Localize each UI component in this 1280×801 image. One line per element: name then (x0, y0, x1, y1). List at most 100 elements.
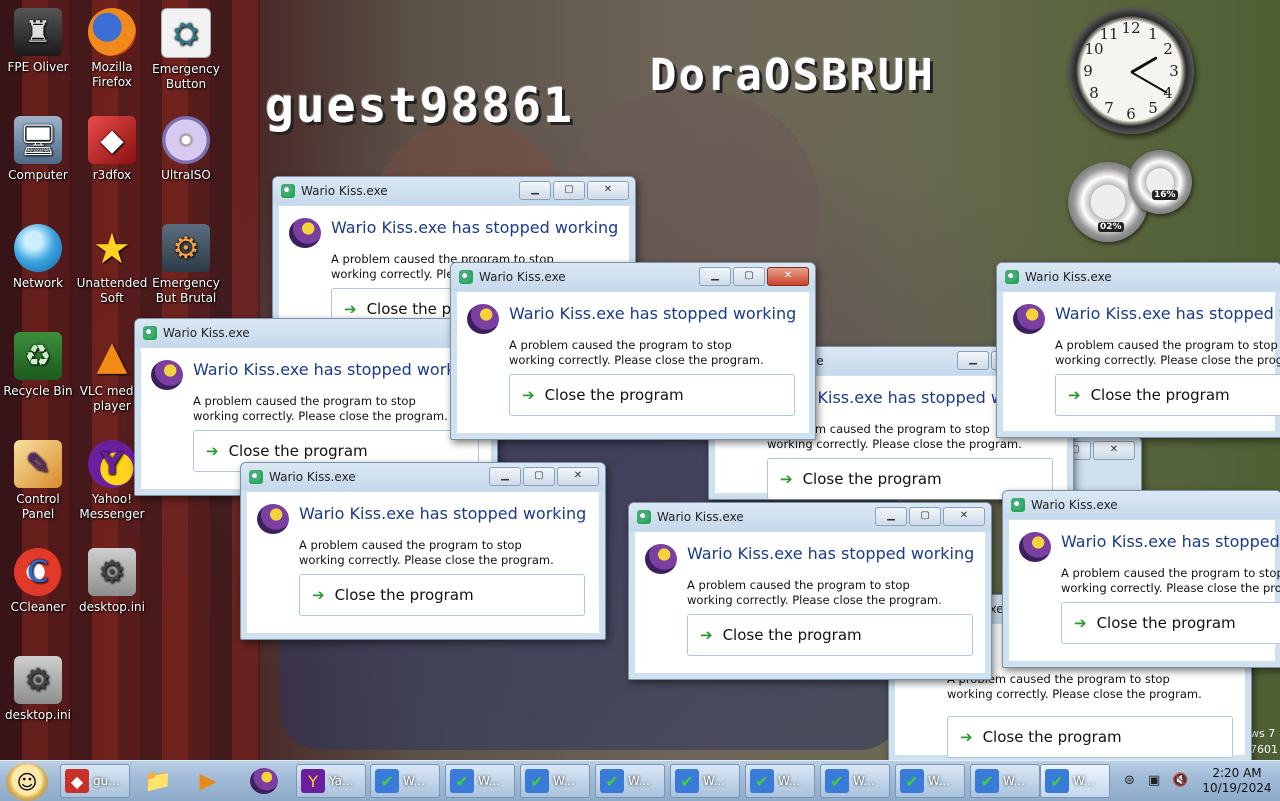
error-dialog[interactable]: Wario Kiss.exe ▁ ▢ ✕ Wario Kiss.exe has … (240, 462, 606, 640)
minimize-button[interactable]: ▁ (875, 507, 907, 526)
explorer-folder-icon[interactable]: 📁 (142, 765, 174, 797)
desktop-icon-recycle-bin[interactable]: ♻ Recycle Bin (0, 332, 76, 399)
clock-gadget[interactable]: 12 1 2 3 4 5 6 7 8 9 10 11 (1068, 8, 1194, 134)
warning-app-icon (281, 184, 295, 198)
dialog-heading: Wario Kiss.exe has stopped working (1061, 532, 1280, 551)
fpe-oliver-icon: ♜ (14, 8, 62, 56)
desktop-icon-ultraiso[interactable]: UltraISO (148, 116, 224, 183)
ini-file-icon: ⚙ (14, 656, 62, 704)
desktop-icon-unattended-soft[interactable]: ★ Unattended Soft (74, 224, 150, 306)
desktop-icon-emergency-button[interactable]: ⛭ Emergency Button (148, 8, 224, 92)
dialog-heading: Wario Kiss.exe has stopped working (1055, 304, 1280, 323)
maximize-button[interactable]: ▢ (733, 267, 765, 286)
dialog-titlebar[interactable]: Wario Kiss.exe (135, 319, 497, 347)
error-dialog[interactable]: Wario Kiss.exe Wario Kiss.exe has stoppe… (1002, 490, 1280, 668)
taskbar-button-wario[interactable]: ✔ W... (445, 764, 515, 798)
taskbar-button-wario-active[interactable]: ✔ W... (1040, 764, 1110, 798)
wario-kiss-icon[interactable] (248, 765, 280, 797)
desktop-icon-control-panel[interactable]: ✎ Control Panel (0, 440, 76, 522)
taskbar-button-wario[interactable]: ✔ W... (520, 764, 590, 798)
yahoo-messenger-icon: Y (88, 440, 136, 488)
taskbar-button-wario[interactable]: ✔ W... (895, 764, 965, 798)
close-program-button[interactable]: ➔ Close the program (299, 574, 585, 616)
maximize-button[interactable]: ▢ (553, 181, 585, 200)
close-program-button[interactable]: ➔ Close the program (947, 716, 1233, 758)
close-program-button[interactable]: ➔ Close the program (1061, 602, 1280, 644)
tray-arrow-icon[interactable]: ⊜ (1124, 773, 1135, 788)
volume-muted-icon[interactable]: 🔇 (1172, 773, 1188, 788)
desktop-icon-r3dfox[interactable]: ◆ r3dfox (74, 116, 150, 183)
desktop-icon-network[interactable]: Network (0, 224, 76, 291)
firefox-icon (88, 8, 136, 56)
error-dialog[interactable]: Wario Kiss.exe Wario Kiss.exe has stoppe… (996, 262, 1280, 438)
close-button[interactable]: ✕ (587, 181, 629, 200)
dialog-title: Wario Kiss.exe (657, 510, 744, 524)
desktop-icon-desktop-ini[interactable]: ⚙ desktop.ini (0, 656, 76, 723)
start-button[interactable]: ☺ (6, 763, 48, 801)
dialog-titlebar[interactable]: Wario Kiss.exe (1003, 491, 1280, 519)
desktop-icon-computer[interactable]: 🖥 Computer (0, 116, 76, 183)
taskbar-button-wario[interactable]: ✔ W... (370, 764, 440, 798)
desktop-icon-label: r3dfox (92, 168, 132, 182)
dialog-body: Wario Kiss.exe has stopped working A pro… (1009, 520, 1280, 661)
close-program-label: Close the program (1090, 386, 1230, 404)
taskbar-button-label: W... (703, 774, 725, 788)
error-dialog[interactable]: Wario Kiss.exe ▁ ▢ ✕ Wario Kiss.exe has … (450, 262, 816, 440)
taskbar-button-label: W... (778, 774, 800, 788)
minimize-button[interactable]: ▁ (489, 467, 521, 486)
close-button[interactable]: ✕ (557, 467, 599, 486)
close-button[interactable]: ✕ (1093, 441, 1135, 460)
emergency-brutal-icon: ⚙ (162, 224, 210, 272)
taskbar-button-r3dfox[interactable]: ◆ gu... (60, 764, 130, 798)
corner-text-line: ws 7 (1250, 727, 1276, 740)
green-arrow-icon: ➔ (700, 626, 713, 644)
warning-check-icon: ✔ (675, 769, 699, 793)
desktop-icon-ccleaner[interactable]: C CCleaner (0, 548, 76, 615)
close-program-button[interactable]: ➔ Close the program (687, 614, 973, 656)
dialog-titlebar[interactable]: Wario Kiss.exe (997, 263, 1280, 291)
error-dialog[interactable]: Wario Kiss.exe ▁ ▢ ✕ Wario Kiss.exe has … (628, 502, 992, 680)
dialog-title: Wario Kiss.exe (1025, 270, 1112, 284)
taskbar-button-label: W... (853, 774, 875, 788)
warning-check-icon: ✔ (1045, 769, 1069, 793)
green-arrow-icon: ➔ (522, 386, 535, 404)
taskbar-button-label: W... (553, 774, 575, 788)
taskbar-button-wario[interactable]: ✔ W... (820, 764, 890, 798)
desktop-icon-firefox[interactable]: Mozilla Firefox (74, 8, 150, 90)
media-player-icon[interactable]: ▶ (192, 765, 224, 797)
minimize-button[interactable]: ▁ (699, 267, 731, 286)
close-program-label: Close the program (334, 586, 474, 604)
dialog-body: Wario Kiss.exe has stopped working A pro… (635, 532, 985, 673)
dialog-message: A problem caused the program to stop wor… (687, 578, 942, 607)
clock-time: 2:20 AM (1212, 766, 1262, 780)
warning-app-icon (143, 326, 157, 340)
green-arrow-icon: ➔ (1074, 614, 1087, 632)
close-button[interactable]: ✕ (767, 267, 809, 286)
maximize-button[interactable]: ▢ (523, 467, 555, 486)
memory-meter-gadget[interactable]: 16% (1128, 150, 1192, 214)
taskbar-button-wario[interactable]: ✔ W... (970, 764, 1040, 798)
desktop-icon-fpe-oliver[interactable]: ♜ FPE Oliver (0, 8, 76, 75)
taskbar-button-yahoo[interactable]: Y Ya... (296, 764, 366, 798)
minimize-button[interactable]: ▁ (519, 181, 551, 200)
network-tray-icon[interactable]: ▣ (1148, 773, 1160, 788)
taskbar-button-wario[interactable]: ✔ W... (670, 764, 740, 798)
taskbar-button-wario[interactable]: ✔ W... (745, 764, 815, 798)
close-program-button[interactable]: ➔ Close the program (1055, 374, 1280, 416)
taskbar-clock[interactable]: 2:20 AM 10/19/2024 (1202, 766, 1272, 796)
desktop-icon-desktop-ini[interactable]: ⚙ desktop.ini (74, 548, 150, 615)
corner-text-line: 7601 (1250, 743, 1278, 756)
green-arrow-icon: ➔ (312, 586, 325, 604)
maximize-button[interactable]: ▢ (909, 507, 941, 526)
minimize-button[interactable]: ▁ (957, 351, 989, 370)
taskbar-button-label: Ya... (329, 774, 354, 788)
close-program-button[interactable]: ➔ Close the program (509, 374, 795, 416)
close-button[interactable]: ✕ (943, 507, 985, 526)
clock-number: 12 (1121, 19, 1141, 37)
green-arrow-icon: ➔ (780, 470, 793, 488)
taskbar-button-wario[interactable]: ✔ W... (595, 764, 665, 798)
warning-check-icon: ✔ (600, 769, 624, 793)
desktop-icon-label: Emergency Button (152, 62, 220, 91)
desktop-icon-emergency-brutal[interactable]: ⚙ Emergency But Brutal (148, 224, 224, 306)
desktop-icon-label: Emergency But Brutal (152, 276, 220, 305)
